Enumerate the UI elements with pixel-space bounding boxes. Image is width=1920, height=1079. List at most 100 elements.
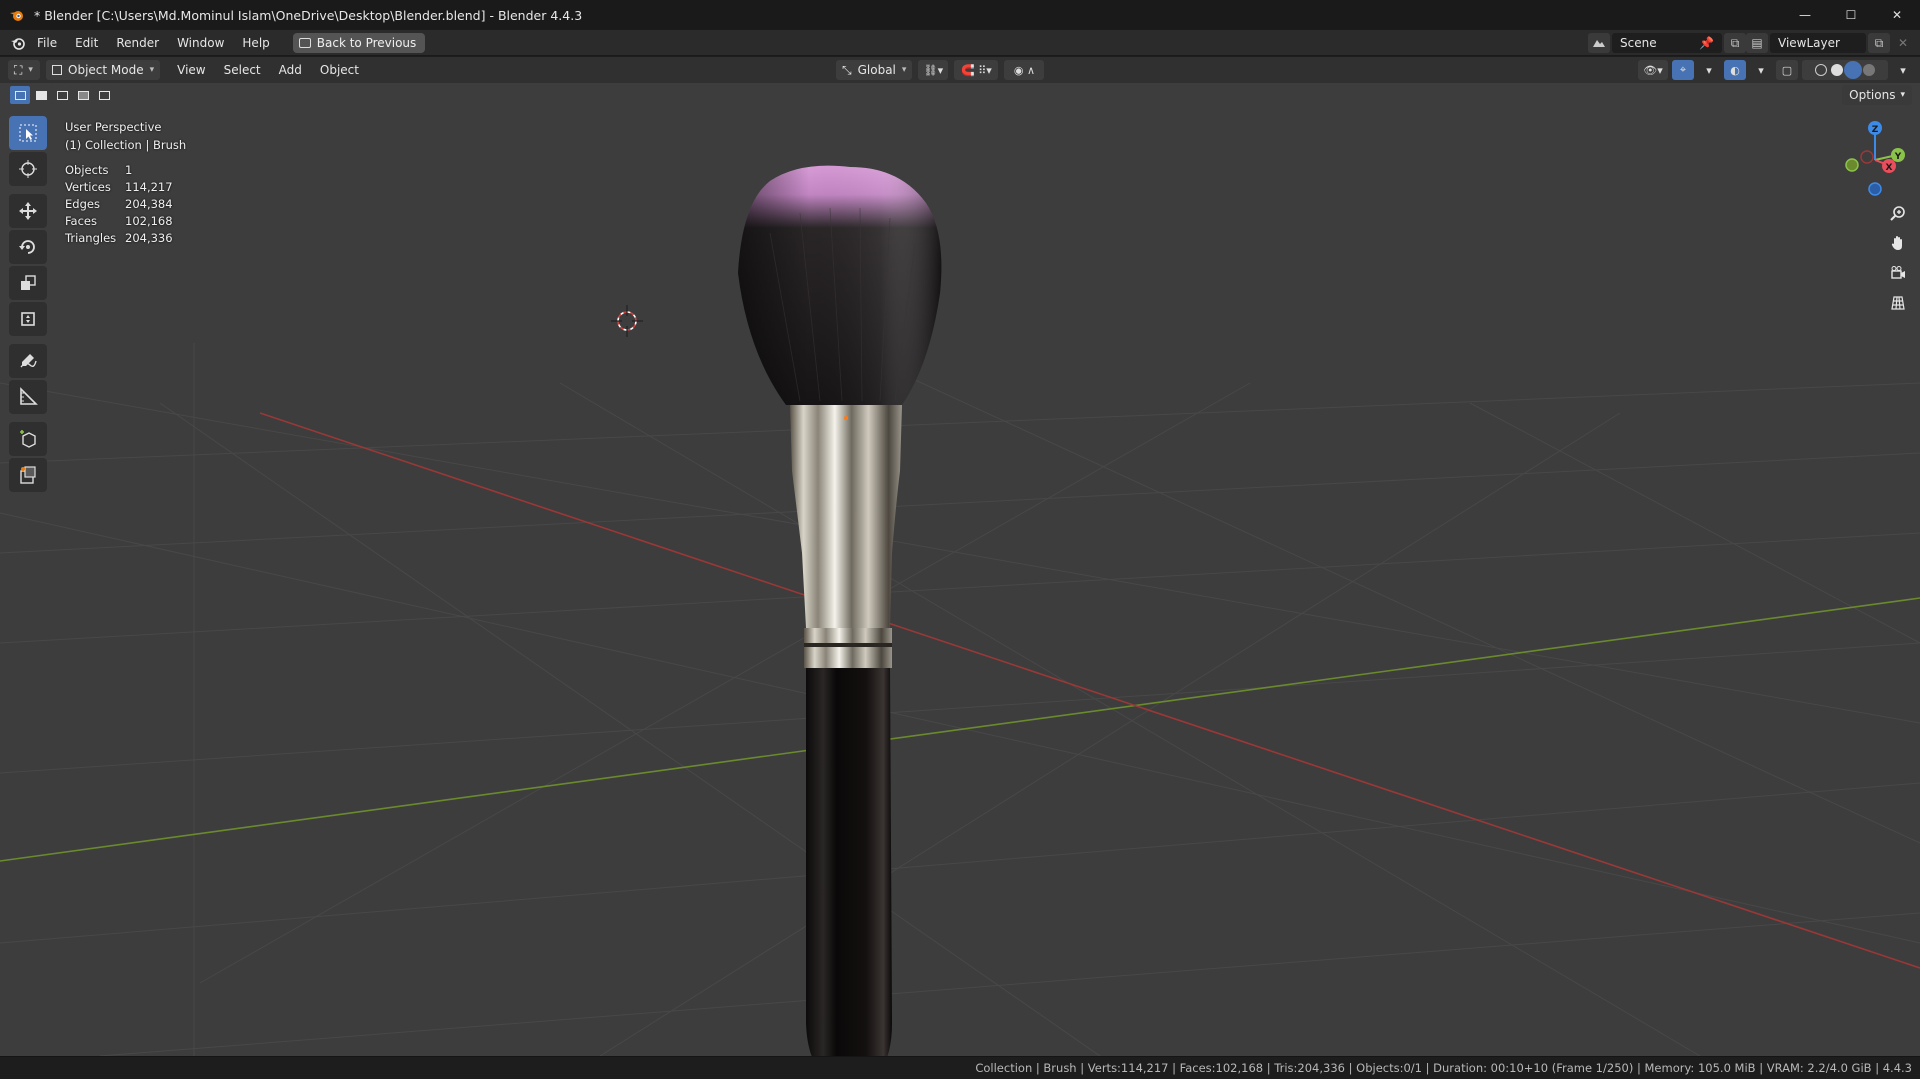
select-invert-icon[interactable] xyxy=(73,86,93,104)
mode-dropdown[interactable]: Object Mode ▾ xyxy=(46,60,161,80)
select-extend-icon[interactable] xyxy=(31,86,51,104)
3d-viewport[interactable]: Options ▾ User Perspective (1) Collectio… xyxy=(0,83,1920,1056)
viewlayer-name-field[interactable]: ViewLayer xyxy=(1770,33,1866,53)
stat-value: 114,217 xyxy=(125,180,173,194)
menu-render[interactable]: Render xyxy=(107,30,168,56)
pivot-point-icon[interactable]: ⛓▾ xyxy=(918,60,949,80)
viewport-scene xyxy=(0,165,1920,1056)
menu-add[interactable]: Add xyxy=(270,63,311,77)
neg-x-axis-icon[interactable] xyxy=(1860,150,1874,164)
back-to-previous-button[interactable]: Back to Previous xyxy=(292,32,426,53)
scene-statistics: Objects 1 Vertices 114,217 Edges 204,384 Fa… xyxy=(65,162,173,247)
screen-icon xyxy=(298,37,311,48)
transform-tools: ⤡ Global ▾ ⛓▾ 🧲 ⠿▾ ◉ ∧ xyxy=(836,60,1045,80)
stats-row: Faces 102,168 xyxy=(65,213,173,230)
status-text: Collection | Brush | Verts:114,217 | Fac… xyxy=(975,1061,1912,1075)
select-intersect-icon[interactable] xyxy=(94,86,114,104)
mode-label: Object Mode xyxy=(68,63,144,77)
neg-z-axis-icon[interactable] xyxy=(1868,182,1882,196)
scene-name-field[interactable]: Scene 📌 xyxy=(1612,33,1722,53)
object-data-icon xyxy=(20,466,36,484)
new-viewlayer-icon[interactable]: ⧉ xyxy=(1868,33,1890,53)
ruler-icon xyxy=(20,387,38,405)
viewport-info: User Perspective (1) Collection | Brush xyxy=(65,118,186,154)
menu-help[interactable]: Help xyxy=(233,30,278,56)
add-cube-tool[interactable] xyxy=(9,422,47,456)
transform-orientation-dropdown[interactable]: ⤡ Global ▾ xyxy=(836,60,913,80)
viewlayer-name: ViewLayer xyxy=(1778,36,1840,50)
3d-cursor[interactable] xyxy=(611,305,643,337)
xray-toggle-icon[interactable]: ▢ xyxy=(1776,60,1798,80)
floor-grid xyxy=(0,343,1920,1056)
pin-icon[interactable]: 📌 xyxy=(1699,36,1714,50)
rendered-shading-icon[interactable] xyxy=(1863,64,1875,76)
add-cube-icon xyxy=(20,430,36,448)
viewlayer-selector: ▤ ViewLayer ⧉ ✕ xyxy=(1744,33,1914,53)
orthographic-grid-icon[interactable] xyxy=(1886,291,1910,315)
stat-value: 204,336 xyxy=(125,231,173,245)
blender-logo-icon[interactable] xyxy=(8,33,28,53)
selection-mode-group xyxy=(10,86,114,104)
menu-file[interactable]: File xyxy=(28,30,66,56)
perspective-label: User Perspective xyxy=(65,120,162,134)
object-tool[interactable] xyxy=(9,458,47,492)
editor-type-dropdown[interactable]: ⛶ ▾ xyxy=(8,60,40,80)
menu-view[interactable]: View xyxy=(168,63,214,77)
menu-edit[interactable]: Edit xyxy=(66,30,107,56)
wireframe-shading-icon[interactable] xyxy=(1815,64,1827,76)
window-title: * Blender [C:\Users\Md.Mominul Islam\One… xyxy=(34,7,583,23)
move-arrows-icon xyxy=(19,202,37,220)
menu-select[interactable]: Select xyxy=(215,63,270,77)
viewlayer-browse-icon[interactable]: ▤ xyxy=(1746,33,1768,53)
menu-window[interactable]: Window xyxy=(168,30,233,56)
x-axis-label: X xyxy=(1886,163,1893,173)
cursor-tool[interactable] xyxy=(9,152,47,186)
editor-type-icon: ⛶ xyxy=(14,62,23,77)
window-titlebar: * Blender [C:\Users\Md.Mominul Islam\One… xyxy=(0,0,1920,30)
pencil-icon xyxy=(20,354,37,368)
proportional-editing-icon[interactable]: ◉ ∧ xyxy=(1004,60,1045,80)
new-scene-icon[interactable]: ⧉ xyxy=(1724,33,1746,53)
chevron-down-icon[interactable]: ▾ xyxy=(1892,60,1914,80)
scene-browse-icon[interactable] xyxy=(1588,33,1610,53)
chevron-down-icon[interactable]: ▾ xyxy=(1698,60,1720,80)
tool-shelf xyxy=(9,116,47,494)
scale-icon xyxy=(21,275,36,290)
zoom-icon[interactable] xyxy=(1886,201,1910,225)
select-new-icon[interactable] xyxy=(10,86,30,104)
visibility-icon[interactable]: 👁▾ xyxy=(1638,60,1668,80)
stat-label: Objects xyxy=(65,163,109,177)
menu-object[interactable]: Object xyxy=(311,63,368,77)
chevron-down-icon[interactable]: ▾ xyxy=(1750,60,1772,80)
minimize-button[interactable]: — xyxy=(1782,0,1828,30)
measure-tool[interactable] xyxy=(9,380,47,414)
viewport-display-tools: 👁▾ ⌖ ▾ ◐ ▾ ▢ ▾ xyxy=(1638,60,1914,80)
maximize-button[interactable]: ☐ xyxy=(1828,0,1874,30)
material-preview-shading-icon[interactable] xyxy=(1847,64,1859,76)
rotate-tool[interactable] xyxy=(9,230,47,264)
stat-label: Edges xyxy=(65,197,100,211)
close-button[interactable]: ✕ xyxy=(1874,0,1920,30)
scale-tool[interactable] xyxy=(9,266,47,300)
snap-icon[interactable]: 🧲 ⠿▾ xyxy=(954,60,999,80)
pan-hand-icon[interactable] xyxy=(1886,231,1910,255)
gizmo-toggle-icon[interactable]: ⌖ xyxy=(1672,60,1694,80)
move-tool[interactable] xyxy=(9,194,47,228)
stat-value: 1 xyxy=(125,163,133,177)
delete-viewlayer-icon[interactable]: ✕ xyxy=(1892,33,1914,53)
navigation-gizmo[interactable]: Z Y X xyxy=(1830,115,1920,205)
transform-tool[interactable] xyxy=(9,302,47,336)
camera-view-icon[interactable] xyxy=(1886,261,1910,285)
select-subtract-icon[interactable] xyxy=(52,86,72,104)
brush-object[interactable] xyxy=(738,165,942,1056)
annotate-tool[interactable] xyxy=(9,344,47,378)
overlays-toggle-icon[interactable]: ◐ xyxy=(1724,60,1746,80)
neg-y-axis-icon[interactable] xyxy=(1845,158,1859,172)
solid-shading-icon[interactable] xyxy=(1831,64,1843,76)
stat-value: 204,384 xyxy=(125,197,173,211)
select-box-tool[interactable] xyxy=(9,116,47,150)
options-dropdown[interactable]: Options ▾ xyxy=(1842,85,1912,105)
orientation-icon: ⤡ xyxy=(842,62,852,77)
chevron-down-icon: ▾ xyxy=(1900,90,1905,100)
object-mode-icon xyxy=(52,65,62,75)
